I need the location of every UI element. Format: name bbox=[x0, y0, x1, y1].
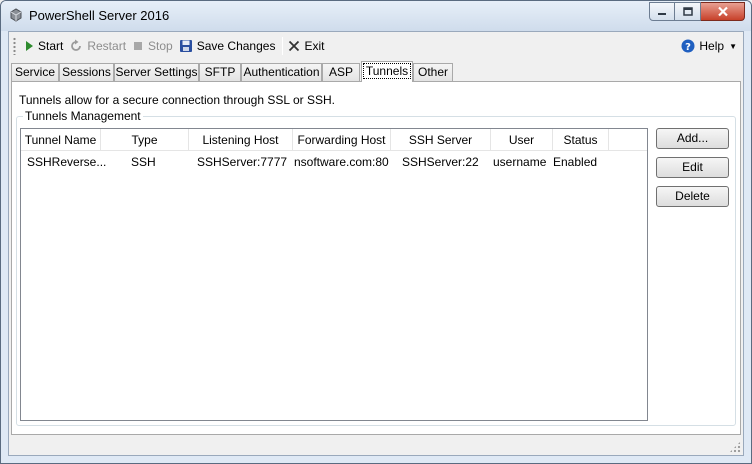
column-header-forwarding-host[interactable]: Forwarding Host bbox=[293, 129, 391, 151]
play-icon bbox=[26, 40, 33, 51]
minimize-icon bbox=[658, 12, 666, 15]
add-button[interactable]: Add... bbox=[656, 128, 729, 149]
client-area: Start Restart Stop Save Changes Exit ? H… bbox=[8, 31, 744, 456]
tab-service[interactable]: Service bbox=[11, 63, 59, 81]
tab-sessions[interactable]: Sessions bbox=[59, 63, 114, 81]
resize-grip-icon[interactable] bbox=[729, 441, 741, 453]
save-changes-label: Save Changes bbox=[196, 38, 276, 53]
status-bar bbox=[9, 437, 743, 455]
tab-other[interactable]: Other bbox=[413, 63, 453, 81]
list-header: Tunnel Name Type Listening Host Forwardi… bbox=[21, 129, 647, 151]
column-header-type[interactable]: Type bbox=[101, 129, 189, 151]
tab-label: Service bbox=[14, 65, 55, 79]
restart-icon bbox=[71, 39, 82, 51]
delete-button[interactable]: Delete bbox=[656, 186, 729, 207]
help-label: Help bbox=[699, 39, 725, 53]
tab-label: Sessions bbox=[62, 65, 111, 79]
tab-label: Server Settings bbox=[115, 65, 198, 79]
toolbar-separator bbox=[282, 36, 284, 55]
toolbar: Start Restart Stop Save Changes Exit ? H… bbox=[9, 32, 743, 59]
cell-user: username bbox=[493, 155, 547, 169]
minimize-button[interactable] bbox=[649, 2, 675, 21]
start-label: Start bbox=[38, 38, 64, 53]
help-menu-button[interactable]: ? Help ▼ bbox=[681, 35, 737, 57]
group-title: Tunnels Management bbox=[23, 109, 143, 123]
restart-label: Restart bbox=[87, 38, 127, 53]
stop-icon bbox=[134, 41, 143, 50]
tunnels-description: Tunnels allow for a secure connection th… bbox=[19, 93, 335, 107]
stop-label: Stop bbox=[148, 38, 173, 53]
column-header-status[interactable]: Status bbox=[553, 129, 609, 151]
tunnels-tab-panel: Tunnels allow for a secure connection th… bbox=[11, 81, 741, 435]
close-button[interactable] bbox=[701, 2, 745, 21]
cell-status: Enabled bbox=[553, 155, 598, 169]
save-icon bbox=[179, 39, 192, 52]
title-bar[interactable]: PowerShell Server 2016 bbox=[1, 1, 751, 31]
help-icon: ? bbox=[681, 39, 695, 53]
chevron-down-icon: ▼ bbox=[729, 41, 737, 51]
window-title: PowerShell Server 2016 bbox=[29, 8, 170, 23]
tab-label: ASP bbox=[328, 65, 353, 79]
tab-sftp[interactable]: SFTP bbox=[199, 63, 241, 81]
close-icon bbox=[717, 6, 728, 17]
svg-text:?: ? bbox=[685, 42, 691, 53]
tab-label: Tunnels bbox=[362, 63, 412, 79]
tunnels-list[interactable]: Tunnel Name Type Listening Host Forwardi… bbox=[20, 128, 648, 421]
exit-x-icon bbox=[289, 40, 300, 51]
cell-listening-host: SSHServer:7777 bbox=[197, 155, 288, 169]
cell-tunnel-name: SSHReverse... bbox=[27, 155, 107, 169]
stop-button[interactable]: Stop bbox=[130, 35, 177, 57]
tab-label: SFTP bbox=[204, 65, 236, 79]
exit-label: Exit bbox=[304, 38, 325, 53]
column-header-ssh-server[interactable]: SSH Server bbox=[391, 129, 491, 151]
cell-forwarding-host: nsoftware.com:80 bbox=[294, 155, 389, 169]
cell-type: SSH bbox=[131, 155, 156, 169]
maximize-icon bbox=[682, 7, 693, 16]
column-header-tunnel-name[interactable]: Tunnel Name bbox=[21, 129, 101, 151]
save-changes-button[interactable]: Save Changes bbox=[177, 35, 280, 57]
exit-button[interactable]: Exit bbox=[286, 35, 328, 57]
start-button[interactable]: Start bbox=[22, 35, 67, 57]
restart-button[interactable]: Restart bbox=[67, 35, 130, 57]
tab-asp[interactable]: ASP bbox=[322, 63, 360, 81]
column-header-listening-host[interactable]: Listening Host bbox=[189, 129, 293, 151]
edit-button[interactable]: Edit bbox=[656, 157, 729, 178]
tab-label: Other bbox=[417, 65, 448, 79]
tab-label: Authentication bbox=[243, 65, 320, 79]
cell-ssh-server: SSHServer:22 bbox=[402, 155, 479, 169]
table-row[interactable]: SSHReverse... SSH SSHServer:7777 nsoftwa… bbox=[21, 153, 607, 171]
app-icon bbox=[10, 8, 22, 22]
column-header-user[interactable]: User bbox=[491, 129, 553, 151]
tab-authentication[interactable]: Authentication bbox=[241, 63, 322, 81]
toolbar-grip[interactable] bbox=[13, 36, 16, 55]
tab-tunnels[interactable]: Tunnels bbox=[361, 61, 413, 82]
maximize-button[interactable] bbox=[675, 2, 701, 21]
tunnels-management-group: Tunnels Management Tunnel Name Type List… bbox=[16, 109, 736, 426]
app-window: PowerShell Server 2016 Start Restart Sto… bbox=[0, 0, 752, 464]
tab-server-settings[interactable]: Server Settings bbox=[114, 63, 199, 81]
